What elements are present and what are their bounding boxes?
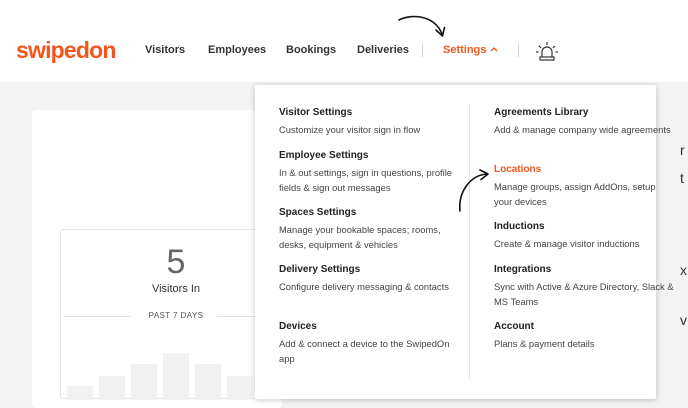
menu-inductions[interactable]: Inductions Create & manage visitor induc… bbox=[494, 220, 674, 252]
pointer-arrow-icon bbox=[398, 15, 446, 37]
menu-title: Spaces Settings bbox=[279, 207, 357, 218]
pointer-arrow-icon bbox=[459, 169, 489, 212]
menu-description: Create & manage visitor inductions bbox=[494, 238, 640, 249]
clipped-text: x bbox=[680, 262, 687, 278]
menu-spaces-settings[interactable]: Spaces Settings Manage your bookable spa… bbox=[279, 206, 459, 252]
menu-description: Plans & payment details bbox=[494, 338, 595, 349]
settings-dropdown: Visitor Settings Customize your visitor … bbox=[255, 85, 674, 399]
menu-description: Manage groups, assign AddOns, setup your… bbox=[494, 181, 656, 207]
chart-bar bbox=[99, 376, 125, 400]
menu-description: Add & connect a device to the SwipedOn a… bbox=[279, 338, 450, 364]
nav-employees[interactable]: Employees bbox=[208, 43, 266, 57]
menu-description: In & out settings, sign in questions, pr… bbox=[279, 167, 453, 193]
menu-title: Integrations bbox=[494, 264, 552, 275]
menu-description: Sync with Active & Azure Directory, Slac… bbox=[494, 281, 674, 307]
menu-account[interactable]: Account Plans & payment details bbox=[494, 320, 674, 352]
menu-visitor-settings[interactable]: Visitor Settings Customize your visitor … bbox=[279, 106, 459, 138]
visitors-bar-chart bbox=[67, 353, 253, 400]
menu-description: Customize your visitor sign in flow bbox=[279, 124, 421, 135]
menu-title: Devices bbox=[279, 321, 317, 332]
menu-devices[interactable]: Devices Add & connect a device to the Sw… bbox=[279, 320, 459, 366]
clipped-text: t bbox=[680, 170, 684, 186]
nav-deliveries[interactable]: Deliveries bbox=[357, 43, 409, 57]
nav-bookings[interactable]: Bookings bbox=[286, 43, 336, 57]
menu-title: Locations bbox=[494, 164, 542, 175]
menu-employee-settings[interactable]: Employee Settings In & out settings, sig… bbox=[279, 149, 459, 195]
nav-separator bbox=[518, 43, 519, 57]
clipped-text: v bbox=[680, 312, 687, 328]
chart-bar bbox=[67, 386, 93, 400]
menu-description: Add & manage company wide agreements bbox=[494, 124, 671, 135]
menu-description: Configure delivery messaging & contacts bbox=[279, 281, 449, 292]
menu-delivery-settings[interactable]: Delivery Settings Configure delivery mes… bbox=[279, 263, 459, 295]
menu-integrations[interactable]: Integrations Sync with Active & Azure Di… bbox=[494, 263, 674, 309]
menu-title: Visitor Settings bbox=[279, 107, 353, 118]
nav-settings[interactable]: Settings bbox=[443, 43, 486, 57]
chart-bar bbox=[131, 364, 157, 400]
chart-bar bbox=[227, 376, 253, 400]
menu-agreements-library[interactable]: Agreements Library Add & manage company … bbox=[494, 106, 674, 138]
chart-bar bbox=[195, 364, 221, 400]
column-divider bbox=[469, 105, 470, 379]
nav-separator bbox=[422, 43, 423, 57]
top-nav: swipedon Visitors Employees Bookings Del… bbox=[0, 0, 688, 82]
menu-title: Inductions bbox=[494, 221, 545, 232]
chart-bar bbox=[163, 353, 189, 400]
clipped-text: r bbox=[680, 142, 685, 158]
menu-description: Manage your bookable spaces; rooms, desk… bbox=[279, 224, 441, 250]
menu-title: Delivery Settings bbox=[279, 264, 361, 275]
alarm-light-icon[interactable] bbox=[535, 40, 559, 62]
nav-visitors[interactable]: Visitors bbox=[145, 43, 185, 57]
menu-title: Agreements Library bbox=[494, 107, 589, 118]
chevron-up-icon[interactable] bbox=[489, 44, 499, 56]
menu-title: Employee Settings bbox=[279, 150, 369, 161]
swipedon-logo[interactable]: swipedon bbox=[16, 36, 116, 64]
menu-title: Account bbox=[494, 321, 534, 332]
visitors-in-card[interactable]: 5 Visitors In PAST 7 DAYS bbox=[60, 229, 260, 400]
menu-locations[interactable]: Locations Manage groups, assign AddOns, … bbox=[494, 163, 674, 209]
